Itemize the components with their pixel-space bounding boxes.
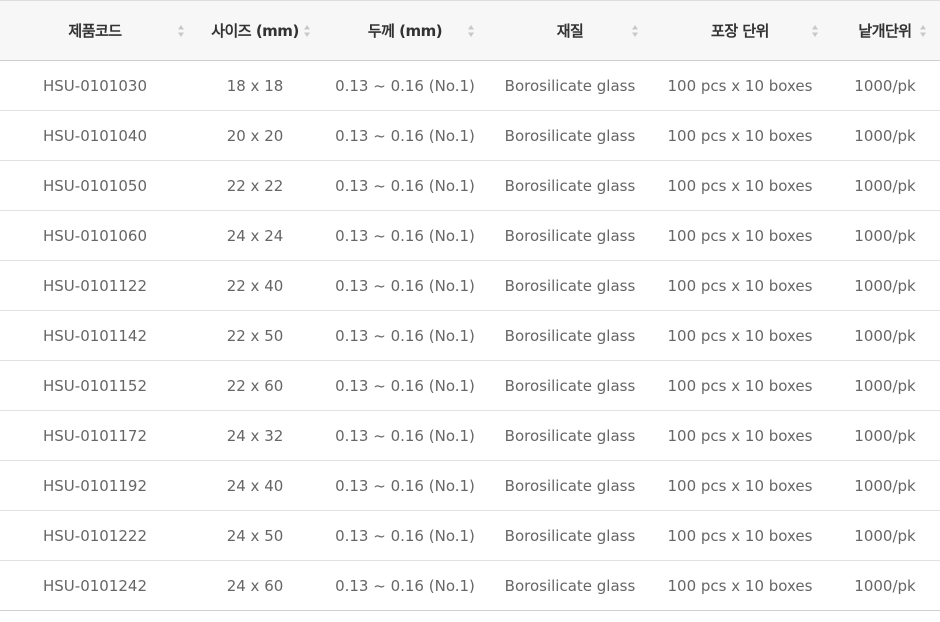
cell-product-code: HSU-0101030 (43, 76, 147, 95)
cell-size: 22 x 60 (226, 376, 284, 395)
cell-material: Borosilicate glass (504, 426, 636, 445)
cell-single-unit: 1000/pk (854, 326, 916, 345)
cell-product-code: HSU-0101040 (43, 126, 147, 145)
cell-packaging-unit: 100 pcs x 10 boxes (667, 576, 813, 595)
cell-packaging-unit: 100 pcs x 10 boxes (667, 426, 813, 445)
table-row: HSU-0101152 22 x 60 0.13 ~ 0.16 (No.1) B… (0, 361, 940, 411)
cell-single-unit: 1000/pk (854, 126, 916, 145)
cell-material: Borosilicate glass (504, 176, 636, 195)
header-material[interactable]: 재질 (490, 0, 650, 61)
table-row: HSU-0101050 22 x 22 0.13 ~ 0.16 (No.1) B… (0, 161, 940, 211)
cell-single-unit: 1000/pk (854, 526, 916, 545)
header-size[interactable]: 사이즈 (mm) (190, 0, 320, 61)
cell-size: 24 x 24 (226, 226, 284, 245)
cell-product-code: HSU-0101142 (43, 326, 147, 345)
cell-size: 24 x 60 (226, 576, 284, 595)
cell-size: 22 x 40 (226, 276, 284, 295)
cell-single-unit: 1000/pk (854, 576, 916, 595)
cell-single-unit: 1000/pk (854, 76, 916, 95)
cell-thickness: 0.13 ~ 0.16 (No.1) (335, 426, 475, 445)
table-row: HSU-0101242 24 x 60 0.13 ~ 0.16 (No.1) B… (0, 561, 940, 611)
cell-material: Borosilicate glass (504, 276, 636, 295)
header-label: 사이즈 (mm) (211, 22, 299, 40)
cell-material: Borosilicate glass (504, 376, 636, 395)
cell-size: 20 x 20 (226, 126, 284, 145)
sort-icon[interactable] (176, 23, 186, 39)
cell-material: Borosilicate glass (504, 576, 636, 595)
table-header-row: 제품코드 사이즈 (mm) 두께 (mm) 재질 포장 단위 낱개단위 (0, 0, 940, 61)
cell-packaging-unit: 100 pcs x 10 boxes (667, 376, 813, 395)
header-label: 포장 단위 (711, 22, 769, 40)
cell-thickness: 0.13 ~ 0.16 (No.1) (335, 326, 475, 345)
cell-single-unit: 1000/pk (854, 176, 916, 195)
cell-size: 24 x 32 (226, 426, 284, 445)
cell-packaging-unit: 100 pcs x 10 boxes (667, 76, 813, 95)
cell-thickness: 0.13 ~ 0.16 (No.1) (335, 176, 475, 195)
cell-product-code: HSU-0101192 (43, 476, 147, 495)
header-single-unit[interactable]: 낱개단위 (830, 0, 940, 61)
cell-product-code: HSU-0101222 (43, 526, 147, 545)
table-row: HSU-0101060 24 x 24 0.13 ~ 0.16 (No.1) B… (0, 211, 940, 261)
product-table: 제품코드 사이즈 (mm) 두께 (mm) 재질 포장 단위 낱개단위 HSU-… (0, 0, 940, 611)
cell-thickness: 0.13 ~ 0.16 (No.1) (335, 76, 475, 95)
cell-thickness: 0.13 ~ 0.16 (No.1) (335, 476, 475, 495)
table-row: HSU-0101142 22 x 50 0.13 ~ 0.16 (No.1) B… (0, 311, 940, 361)
cell-size: 24 x 50 (226, 526, 284, 545)
cell-packaging-unit: 100 pcs x 10 boxes (667, 476, 813, 495)
table-row: HSU-0101030 18 x 18 0.13 ~ 0.16 (No.1) B… (0, 61, 940, 111)
table-row: HSU-0101122 22 x 40 0.13 ~ 0.16 (No.1) B… (0, 261, 940, 311)
cell-product-code: HSU-0101122 (43, 276, 147, 295)
cell-size: 22 x 22 (226, 176, 284, 195)
cell-packaging-unit: 100 pcs x 10 boxes (667, 226, 813, 245)
header-label: 두께 (mm) (367, 22, 443, 40)
cell-material: Borosilicate glass (504, 126, 636, 145)
cell-product-code: HSU-0101050 (43, 176, 147, 195)
cell-material: Borosilicate glass (504, 226, 636, 245)
header-product-code[interactable]: 제품코드 (0, 0, 190, 61)
cell-thickness: 0.13 ~ 0.16 (No.1) (335, 226, 475, 245)
table-row: HSU-0101040 20 x 20 0.13 ~ 0.16 (No.1) B… (0, 111, 940, 161)
cell-packaging-unit: 100 pcs x 10 boxes (667, 326, 813, 345)
cell-size: 24 x 40 (226, 476, 284, 495)
cell-packaging-unit: 100 pcs x 10 boxes (667, 276, 813, 295)
cell-size: 18 x 18 (226, 76, 284, 95)
cell-single-unit: 1000/pk (854, 276, 916, 295)
sort-icon[interactable] (466, 23, 476, 39)
header-thickness[interactable]: 두께 (mm) (320, 0, 490, 61)
cell-single-unit: 1000/pk (854, 376, 916, 395)
header-packaging-unit[interactable]: 포장 단위 (650, 0, 830, 61)
cell-thickness: 0.13 ~ 0.16 (No.1) (335, 126, 475, 145)
cell-single-unit: 1000/pk (854, 476, 916, 495)
cell-material: Borosilicate glass (504, 76, 636, 95)
cell-thickness: 0.13 ~ 0.16 (No.1) (335, 276, 475, 295)
cell-product-code: HSU-0101060 (43, 226, 147, 245)
cell-single-unit: 1000/pk (854, 426, 916, 445)
cell-product-code: HSU-0101152 (43, 376, 147, 395)
header-label: 낱개단위 (858, 22, 912, 40)
cell-size: 22 x 50 (226, 326, 284, 345)
cell-packaging-unit: 100 pcs x 10 boxes (667, 526, 813, 545)
sort-icon[interactable] (918, 23, 928, 39)
header-label: 재질 (556, 22, 584, 40)
cell-material: Borosilicate glass (504, 326, 636, 345)
cell-thickness: 0.13 ~ 0.16 (No.1) (335, 376, 475, 395)
table-row: HSU-0101192 24 x 40 0.13 ~ 0.16 (No.1) B… (0, 461, 940, 511)
cell-thickness: 0.13 ~ 0.16 (No.1) (335, 576, 475, 595)
table-row: HSU-0101172 24 x 32 0.13 ~ 0.16 (No.1) B… (0, 411, 940, 461)
sort-icon[interactable] (302, 23, 312, 39)
table-row: HSU-0101222 24 x 50 0.13 ~ 0.16 (No.1) B… (0, 511, 940, 561)
header-label: 제품코드 (68, 22, 122, 40)
cell-material: Borosilicate glass (504, 476, 636, 495)
cell-single-unit: 1000/pk (854, 226, 916, 245)
cell-thickness: 0.13 ~ 0.16 (No.1) (335, 526, 475, 545)
cell-packaging-unit: 100 pcs x 10 boxes (667, 176, 813, 195)
cell-material: Borosilicate glass (504, 526, 636, 545)
sort-icon[interactable] (810, 23, 820, 39)
sort-icon[interactable] (630, 23, 640, 39)
cell-product-code: HSU-0101172 (43, 426, 147, 445)
cell-packaging-unit: 100 pcs x 10 boxes (667, 126, 813, 145)
cell-product-code: HSU-0101242 (43, 576, 147, 595)
